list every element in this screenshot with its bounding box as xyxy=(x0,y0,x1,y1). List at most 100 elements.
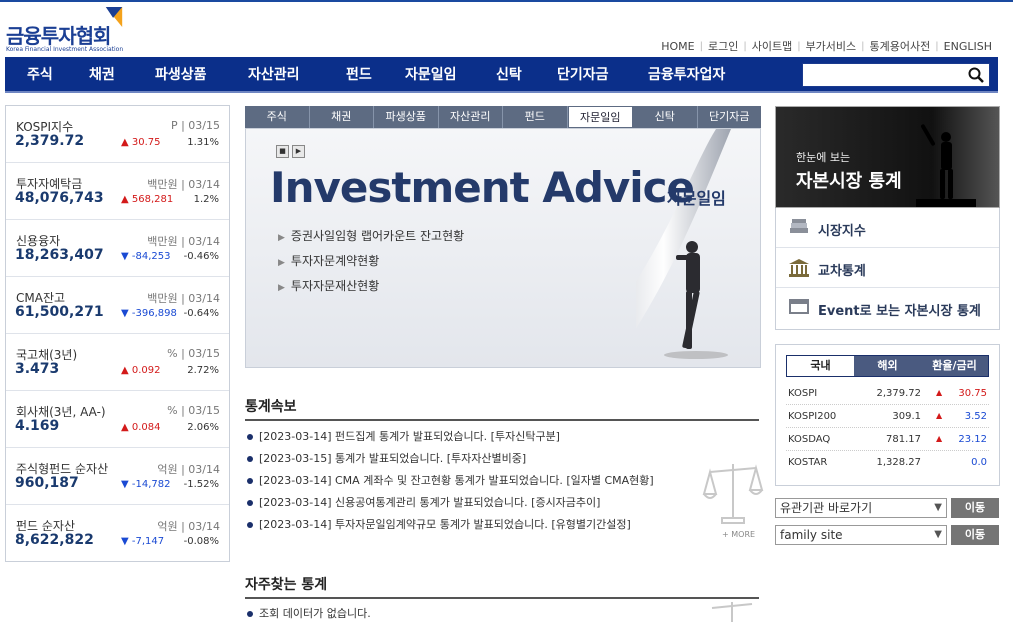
nav-item-derivatives[interactable]: 파생상품 xyxy=(155,57,248,93)
up-arrow-icon: ▲ xyxy=(936,411,943,420)
index-change: 30.75 xyxy=(958,388,987,399)
triangle-right-icon: ▶ xyxy=(278,258,285,268)
capital-market-banner[interactable]: 한눈에 보는 자본시장 통계 xyxy=(775,106,1000,208)
util-sitemap-link[interactable]: 사이트맵 xyxy=(747,38,797,54)
tab-funds[interactable]: 펀드 xyxy=(503,106,568,128)
up-arrow-icon: ▲ xyxy=(936,434,943,443)
bullet-icon xyxy=(247,456,253,462)
nav-item-funds[interactable]: 펀드 xyxy=(346,57,405,93)
table-row[interactable]: KOSPI200 309.1 ▲ 3.52 xyxy=(786,405,989,428)
go-button[interactable]: 이동 xyxy=(951,525,999,545)
tab-bonds[interactable]: 채권 xyxy=(310,106,374,128)
ticker-change: ▲ 0.084 xyxy=(121,422,161,433)
list-item: 조회 데이터가 없습니다. xyxy=(247,603,371,625)
banner-link[interactable]: ▶ 투자자문계약현황 xyxy=(278,252,464,269)
index-value: 1,328.27 xyxy=(876,457,921,468)
search-input[interactable] xyxy=(802,63,990,87)
go-button[interactable]: 이동 xyxy=(951,498,999,518)
site-logo[interactable]: 금융투자협회 Korea Financial Investment Associ… xyxy=(6,4,128,54)
tab-domestic[interactable]: 국내 xyxy=(787,356,854,376)
ticker-value: 8,622,822 xyxy=(15,532,94,548)
up-arrow-icon: ▲ xyxy=(121,365,129,376)
ticker-unit: % | 03/15 xyxy=(167,347,220,360)
down-arrow-icon: ▼ xyxy=(121,536,129,547)
ticker-value: 61,500,271 xyxy=(15,304,104,320)
market-index-link[interactable]: 시장지수 xyxy=(776,208,999,248)
list-item[interactable]: [2023-03-14] 투자자문일임계약규모 통계가 발표되었습니다. [유형… xyxy=(247,514,654,536)
feature-banner: ■ ▶ Investment Advice 자문일임 ▶ 증권사일임형 랩어카운트… xyxy=(245,128,761,368)
nav-item-asset-management[interactable]: 자산관리 xyxy=(248,57,346,93)
ticker-row[interactable]: 투자자예탁금 백만원 | 03/14 48,076,743 ▲ 568,281 … xyxy=(6,163,229,220)
nav-item-bonds[interactable]: 채권 xyxy=(89,57,155,93)
up-arrow-icon: ▲ xyxy=(121,137,129,148)
play-icon[interactable]: ▶ xyxy=(292,145,305,158)
slideshow-controls: ■ ▶ xyxy=(276,145,305,158)
down-arrow-icon: ▼ xyxy=(121,308,129,319)
tab-trust[interactable]: 신탁 xyxy=(633,106,698,128)
ticker-percent: 2.72% xyxy=(187,365,219,376)
event-stats-link[interactable]: Event로 보는 자본시장 통계 xyxy=(776,288,999,328)
index-name: KOSPI xyxy=(788,388,818,399)
chevron-down-icon: ▼ xyxy=(934,529,942,540)
ticker-percent: 1.31% xyxy=(187,137,219,148)
ticker-row[interactable]: 신용융자 백만원 | 03/14 18,263,407 ▼ -84,253 -0… xyxy=(6,220,229,277)
banner-line2: 자본시장 통계 xyxy=(796,171,902,192)
tab-overseas[interactable]: 해외 xyxy=(854,356,921,376)
bullet-icon xyxy=(247,611,253,617)
util-extra-services-link[interactable]: 부가서비스 xyxy=(801,38,862,54)
list-item[interactable]: [2023-03-14] 펀드집계 통계가 발표되었습니다. [투자신탁구분] xyxy=(247,426,654,448)
list-item[interactable]: [2023-03-14] CMA 계좌수 및 잔고현황 통계가 발표되었습니다.… xyxy=(247,470,654,492)
more-link[interactable]: + MORE xyxy=(722,530,755,539)
ticker-change: ▼ -7,147 xyxy=(121,536,165,547)
tab-derivatives[interactable]: 파생상품 xyxy=(374,106,439,128)
down-arrow-icon: ▼ xyxy=(121,479,129,490)
logo-subtext: Korea Financial Investment Association xyxy=(6,46,124,53)
ticker-row[interactable]: 주식형펀드 순자산 억원 | 03/14 960,187 ▼ -14,782 -… xyxy=(6,448,229,505)
scale-icon xyxy=(711,602,753,622)
ticker-change: ▲ 0.092 xyxy=(121,365,161,376)
banner-link[interactable]: ▶ 증권사일임형 랩어카운트 잔고현황 xyxy=(278,227,464,244)
list-item[interactable]: [2023-03-15] 통계가 발표되었습니다. [투자자산별비중] xyxy=(247,448,654,470)
search-icon[interactable] xyxy=(968,67,984,83)
banner-title: Investment Advice xyxy=(270,163,695,212)
list-item[interactable]: [2023-03-14] 신용공여통계관리 통계가 발표되었습니다. [증시자금… xyxy=(247,492,654,514)
index-name: KOSPI200 xyxy=(788,411,837,422)
stats-shortcuts: 시장지수 교차통계 Event로 보는 자본시장 통계 xyxy=(775,208,1000,330)
ticker-unit: P | 03/15 xyxy=(170,119,220,132)
nav-item-short-term[interactable]: 단기자금 xyxy=(557,57,648,93)
ticker-row[interactable]: 국고채(3년) % | 03/15 3.473 ▲ 0.092 2.72% xyxy=(6,334,229,391)
ticker-percent: 2.06% xyxy=(187,422,219,433)
nav-item-investment-firms[interactable]: 금융투자업자 xyxy=(648,57,748,93)
ticker-row[interactable]: 회사채(3년, AA-) % | 03/15 4.169 ▲ 0.084 2.0… xyxy=(6,391,229,448)
family-site-select[interactable]: family site ▼ xyxy=(775,525,947,545)
nav-item-trust[interactable]: 신탁 xyxy=(496,57,557,93)
nav-item-advisory[interactable]: 자문일임 xyxy=(405,57,496,93)
ticker-row[interactable]: 펀드 순자산 억원 | 03/14 8,622,822 ▼ -7,147 -0.… xyxy=(6,505,229,562)
up-arrow-icon: ▲ xyxy=(936,388,943,397)
stop-icon[interactable]: ■ xyxy=(276,145,289,158)
tab-advisory[interactable]: 자문일임 xyxy=(567,106,633,128)
index-value: 781.17 xyxy=(886,434,921,445)
util-glossary-link[interactable]: 통계용어사전 xyxy=(865,38,936,54)
related-org-select[interactable]: 유관기관 바로가기 ▼ xyxy=(775,498,947,518)
ticker-unit: 백만원 | 03/14 xyxy=(147,235,220,248)
bullet-icon xyxy=(247,522,253,528)
tab-fx-rates[interactable]: 환율/금리 xyxy=(921,356,988,376)
util-english-link[interactable]: ENGLISH xyxy=(939,40,997,53)
banner-link[interactable]: ▶ 투자자문재산현황 xyxy=(278,277,464,294)
ticker-unit: 백만원 | 03/14 xyxy=(147,178,220,191)
table-row[interactable]: KOSTAR 1,328.27 0.0 xyxy=(786,451,989,474)
table-row[interactable]: KOSDAQ 781.17 ▲ 23.12 xyxy=(786,428,989,451)
tab-short-term[interactable]: 단기자금 xyxy=(698,106,762,128)
cross-stats-link[interactable]: 교차통계 xyxy=(776,248,999,288)
util-login-link[interactable]: 로그인 xyxy=(703,38,743,54)
table-row[interactable]: KOSPI 2,379.72 ▲ 30.75 xyxy=(786,382,989,405)
ticker-row[interactable]: KOSPI지수 P | 03/15 2,379.72 ▲ 30.75 1.31% xyxy=(6,106,229,163)
ticker-row[interactable]: CMA잔고 백만원 | 03/14 61,500,271 ▼ -396,898 … xyxy=(6,277,229,334)
news-section-title: 통계속보 xyxy=(245,399,297,415)
nav-item-stocks[interactable]: 주식 xyxy=(27,57,89,93)
chevron-down-icon: ▼ xyxy=(934,502,942,513)
tab-stocks[interactable]: 주식 xyxy=(245,106,310,128)
util-home-link[interactable]: HOME xyxy=(656,40,699,53)
tab-asset-management[interactable]: 자산관리 xyxy=(439,106,503,128)
